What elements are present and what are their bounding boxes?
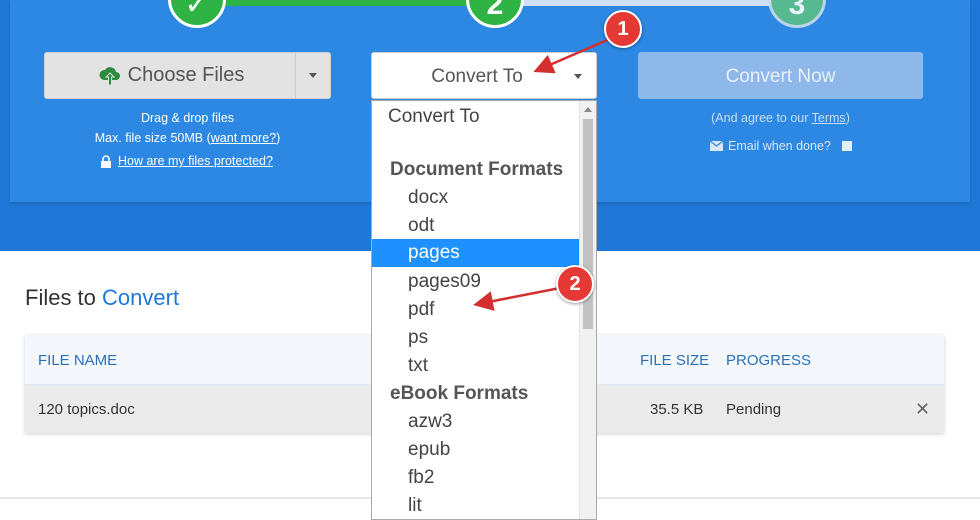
annotation-badge-2: 2: [556, 265, 594, 303]
annotation-arrow-2: [473, 286, 561, 311]
annotation-badge-1: 1: [604, 10, 642, 48]
annotation-arrows: [473, 36, 613, 311]
annotation-arrow-1: [533, 36, 613, 74]
